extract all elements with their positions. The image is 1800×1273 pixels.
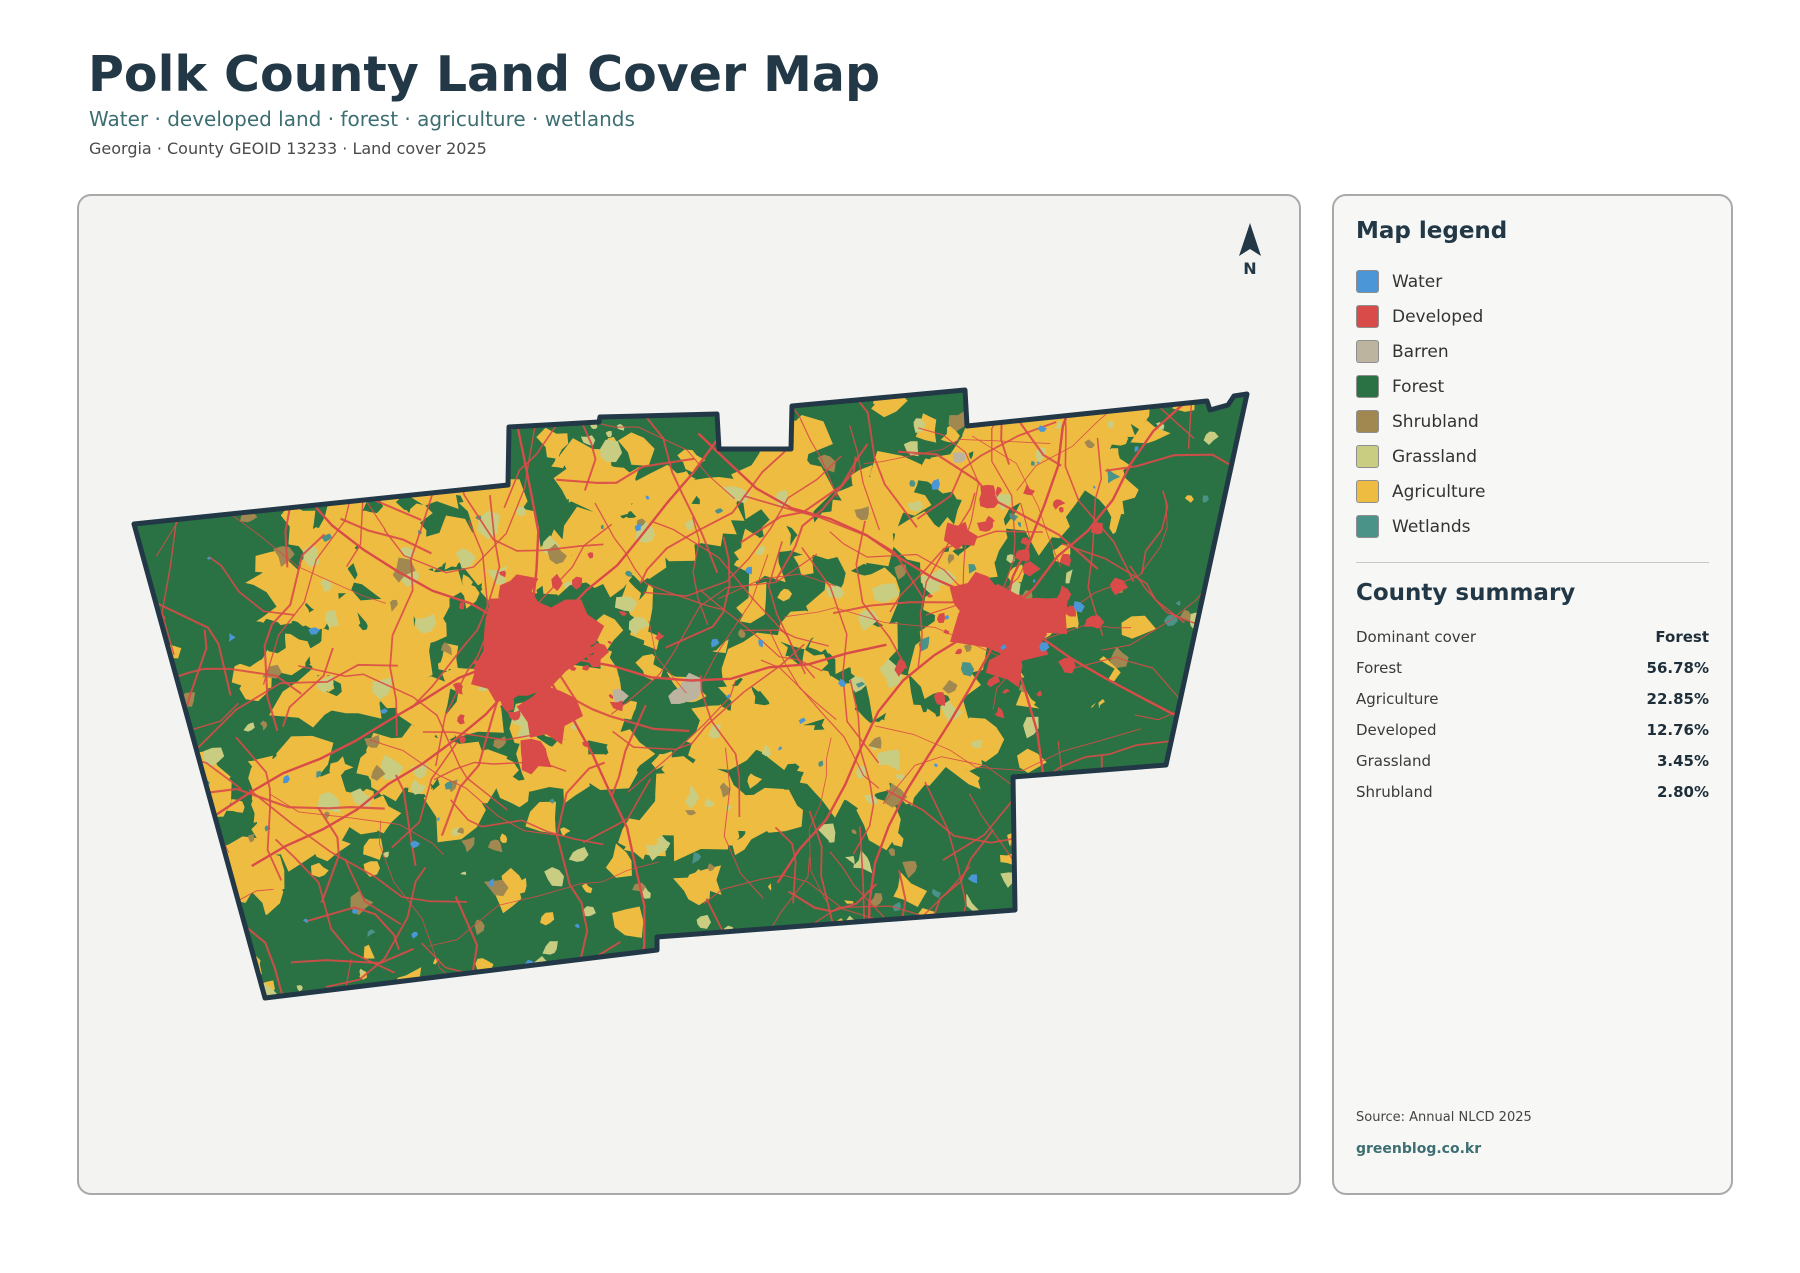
panel-divider <box>1356 562 1709 563</box>
page-title: Polk County Land Cover Map <box>88 46 881 103</box>
summary-row: Dominant cover Forest <box>1356 621 1709 652</box>
barren-swatch <box>1356 340 1379 363</box>
legend-item-shrubland: Shrubland <box>1356 404 1486 439</box>
summary-key: Forest <box>1356 658 1403 677</box>
agriculture-swatch <box>1356 480 1379 503</box>
legend-item-water: Water <box>1356 264 1486 299</box>
summary-value: 56.78% <box>1646 658 1709 677</box>
summary-value: 12.76% <box>1646 720 1709 739</box>
forest-swatch <box>1356 375 1379 398</box>
north-arrow-icon <box>1239 223 1261 256</box>
legend-label: Wetlands <box>1392 516 1471 537</box>
summary-key: Developed <box>1356 720 1437 739</box>
summary-key: Shrubland <box>1356 782 1433 801</box>
page-subtitle: Water · developed land · forest · agricu… <box>89 107 635 131</box>
legend-item-developed: Developed <box>1356 299 1486 334</box>
summary-value: 2.80% <box>1656 782 1709 801</box>
summary-value: Forest <box>1655 627 1709 646</box>
north-label: N <box>1243 259 1257 278</box>
north-arrow: N <box>1230 223 1270 285</box>
summary-key: Grassland <box>1356 751 1431 770</box>
legend-label: Barren <box>1392 341 1449 362</box>
legend-label: Agriculture <box>1392 481 1486 502</box>
legend-item-grassland: Grassland <box>1356 439 1486 474</box>
grassland-swatch <box>1356 445 1379 468</box>
summary-row: Shrubland 2.80% <box>1356 776 1709 807</box>
legend-label: Water <box>1392 271 1443 292</box>
summary-row: Agriculture 22.85% <box>1356 683 1709 714</box>
summary-value: 22.85% <box>1646 689 1709 708</box>
legend-item-agriculture: Agriculture <box>1356 474 1486 509</box>
summary-key: Dominant cover <box>1356 627 1477 646</box>
developed-swatch <box>1356 305 1379 328</box>
land-cover-layer <box>134 390 1247 998</box>
site-link[interactable]: greenblog.co.kr <box>1356 1141 1481 1157</box>
legend-list: Water Developed Barren Forest Shrubland … <box>1356 264 1486 544</box>
summary-key: Agriculture <box>1356 689 1439 708</box>
map-panel[interactable]: N <box>77 194 1301 1195</box>
legend-label: Forest <box>1392 376 1445 397</box>
source-note: Source: Annual NLCD 2025 <box>1356 1110 1532 1125</box>
side-panel: Map legend Water Developed Barren Forest… <box>1332 194 1733 1195</box>
legend-item-barren: Barren <box>1356 334 1486 369</box>
summary-row: Forest 56.78% <box>1356 652 1709 683</box>
legend-title: Map legend <box>1356 218 1508 244</box>
county-map[interactable] <box>79 196 1299 1193</box>
summary-value: 3.45% <box>1656 751 1709 770</box>
legend-label: Grassland <box>1392 446 1477 467</box>
summary-title: County summary <box>1356 580 1576 606</box>
summary-table: Dominant cover Forest Forest 56.78% Agri… <box>1356 621 1709 807</box>
legend-label: Shrubland <box>1392 411 1479 432</box>
page-meta: Georgia · County GEOID 13233 · Land cove… <box>89 139 487 158</box>
wetlands-swatch <box>1356 515 1379 538</box>
water-swatch <box>1356 270 1379 293</box>
legend-item-wetlands: Wetlands <box>1356 509 1486 544</box>
legend-label: Developed <box>1392 306 1484 327</box>
summary-row: Grassland 3.45% <box>1356 745 1709 776</box>
summary-row: Developed 12.76% <box>1356 714 1709 745</box>
shrubland-swatch <box>1356 410 1379 433</box>
legend-item-forest: Forest <box>1356 369 1486 404</box>
